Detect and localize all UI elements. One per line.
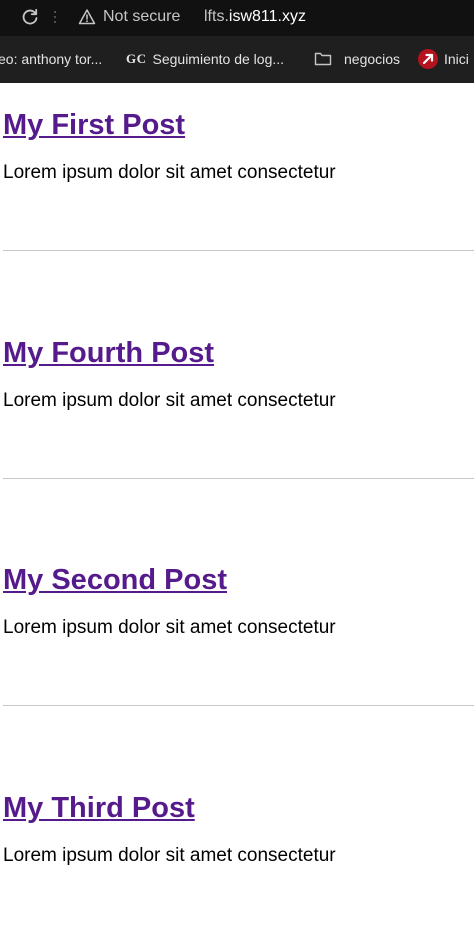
post-divider [3, 705, 474, 706]
browser-chrome: Not secure lfts.isw811.xyz eo: anthony t… [0, 0, 474, 83]
post-title-link[interactable]: My Second Post [3, 563, 227, 597]
folder-icon [314, 52, 332, 66]
bookmark-label: Inici [444, 51, 469, 67]
reload-icon[interactable] [20, 7, 40, 27]
url-field[interactable]: lfts.isw811.xyz [204, 8, 306, 26]
bookmark-inicio[interactable]: Inici [418, 49, 469, 69]
bookmark-folder-negocios[interactable]: negocios [314, 49, 400, 69]
bookmark-label: negocios [344, 51, 401, 67]
post-excerpt: Lorem ipsum dolor sit amet consectetur [3, 845, 336, 866]
post-excerpt: Lorem ipsum dolor sit amet consectetur [3, 162, 336, 183]
bookmark-label: Seguimiento de log... [152, 51, 285, 67]
security-status[interactable]: Not secure [103, 8, 180, 26]
post-divider [3, 250, 474, 251]
bookmarks-bar: eo: anthony tor... GC Seguimiento de log… [0, 36, 474, 83]
post-excerpt: Lorem ipsum dolor sit amet consectetur [3, 390, 336, 411]
url-host: isw811.xyz [228, 8, 306, 25]
warning-icon[interactable] [78, 8, 96, 26]
bookmark-label: eo: anthony tor... [0, 51, 103, 67]
arrow-badge-icon [418, 49, 438, 69]
url-subdomain: lfts. [204, 8, 229, 25]
gc-logo-icon: GC [126, 51, 147, 66]
bookmark-seguimiento[interactable]: GC Seguimiento de log... [126, 49, 284, 69]
post-title-link[interactable]: My First Post [3, 108, 185, 142]
post-title-link[interactable]: My Fourth Post [3, 336, 214, 370]
post-divider [3, 478, 474, 479]
post-excerpt: Lorem ipsum dolor sit amet consectetur [3, 617, 336, 638]
address-bar: Not secure lfts.isw811.xyz [0, 0, 474, 36]
separator-dots-icon [54, 11, 56, 23]
bookmark-anthony[interactable]: eo: anthony tor... [0, 49, 102, 69]
post-title-link[interactable]: My Third Post [3, 791, 195, 825]
